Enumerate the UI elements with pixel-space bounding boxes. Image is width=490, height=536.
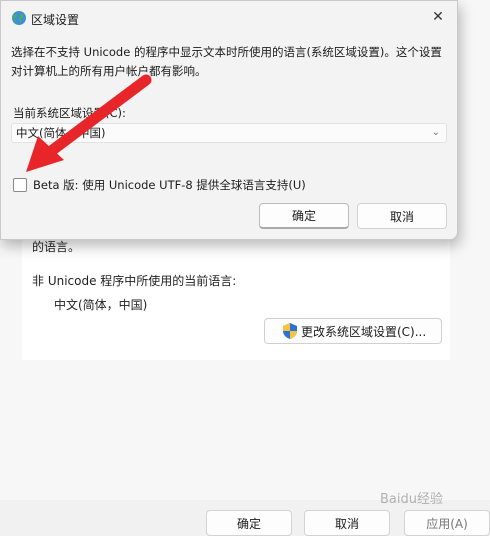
system-locale-select[interactable]: 中文(简体，中国) ⌄ bbox=[11, 123, 447, 143]
close-button[interactable]: ✕ bbox=[423, 3, 453, 31]
change-system-locale-label: 更改系统区域设置(C)... bbox=[301, 324, 427, 339]
uac-shield-icon bbox=[283, 323, 297, 339]
close-icon: ✕ bbox=[432, 9, 444, 25]
change-system-locale-button[interactable]: 更改系统区域设置(C)... bbox=[264, 318, 442, 344]
system-locale-label: 当前系统区域设置(C): bbox=[13, 106, 126, 120]
non-unicode-language-value: 中文(简体，中国) bbox=[54, 298, 148, 312]
beta-utf8-label[interactable]: Beta 版: 使用 Unicode UTF-8 提供全球语言支持(U) bbox=[33, 177, 306, 193]
dialog-titlebar[interactable]: 区域设置 ✕ bbox=[1, 1, 457, 35]
ok-button[interactable]: 确定 bbox=[259, 203, 349, 229]
parent-ok-button[interactable]: 确定 bbox=[206, 510, 292, 536]
beta-utf8-checkbox[interactable] bbox=[13, 178, 27, 192]
system-locale-value: 中文(简体，中国) bbox=[16, 126, 106, 140]
cancel-button[interactable]: 取消 bbox=[357, 203, 447, 229]
globe-icon bbox=[12, 11, 26, 25]
dialog-description: 选择在不支持 Unicode 的程序中显示文本时所使用的语言(系统区域设置)。这… bbox=[11, 45, 442, 78]
parent-partial-text: 的语言。 bbox=[32, 240, 81, 254]
non-unicode-language-label: 非 Unicode 程序中所使用的当前语言: bbox=[32, 274, 237, 288]
watermark: Baidu经验 bbox=[380, 492, 443, 507]
region-settings-dialog: 区域设置 ✕ 选择在不支持 Unicode 的程序中显示文本时所使用的语言(系统… bbox=[0, 0, 458, 240]
chevron-down-icon: ⌄ bbox=[431, 127, 440, 138]
parent-cancel-button[interactable]: 取消 bbox=[304, 510, 390, 536]
dialog-title: 区域设置 bbox=[31, 13, 80, 27]
parent-apply-button[interactable]: 应用(A) bbox=[404, 510, 490, 536]
beta-utf8-option[interactable]: Beta 版: 使用 Unicode UTF-8 提供全球语言支持(U) bbox=[13, 177, 306, 193]
